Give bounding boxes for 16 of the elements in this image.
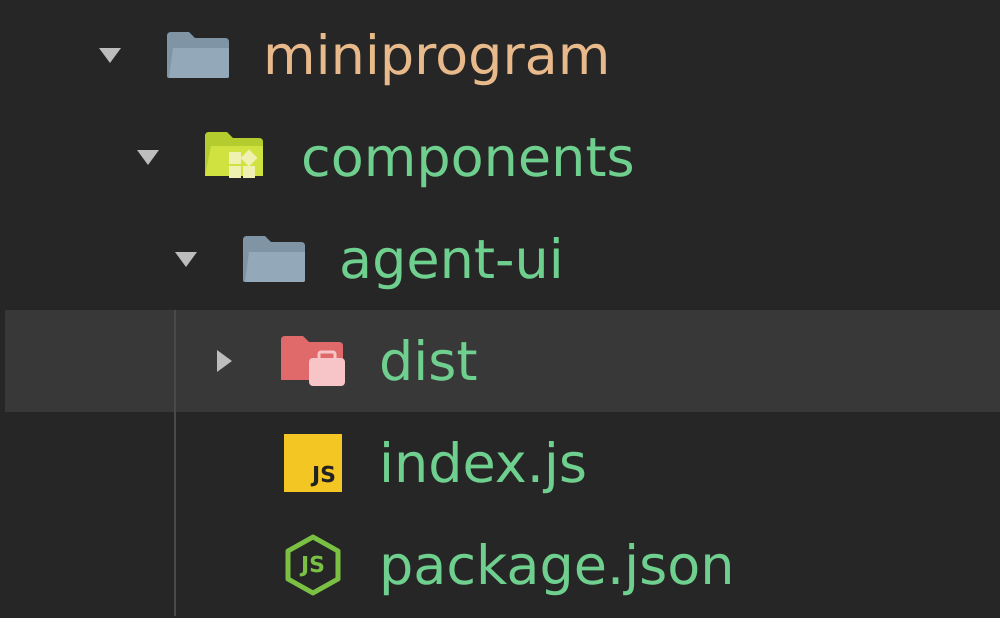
tree-item[interactable]: components [5,106,1000,208]
folder-icon [165,30,231,80]
tree-item[interactable]: dist [5,310,1000,412]
briefcase-folder-icon [279,334,347,388]
tree-item[interactable]: miniprogram [5,4,1000,106]
tree-item[interactable]: agent-ui [5,208,1000,310]
tree-item[interactable]: JS index.js [5,412,1000,514]
file-name: index.js [379,432,588,494]
file-name: components [301,126,635,188]
file-name: dist [379,330,478,392]
file-name: agent-ui [339,228,564,290]
folder-icon [241,234,307,284]
file-name: package.json [379,534,735,596]
js-file-icon: JS [284,434,342,492]
tree-item[interactable]: JS package.json [5,514,1000,616]
file-name: miniprogram [263,24,610,86]
